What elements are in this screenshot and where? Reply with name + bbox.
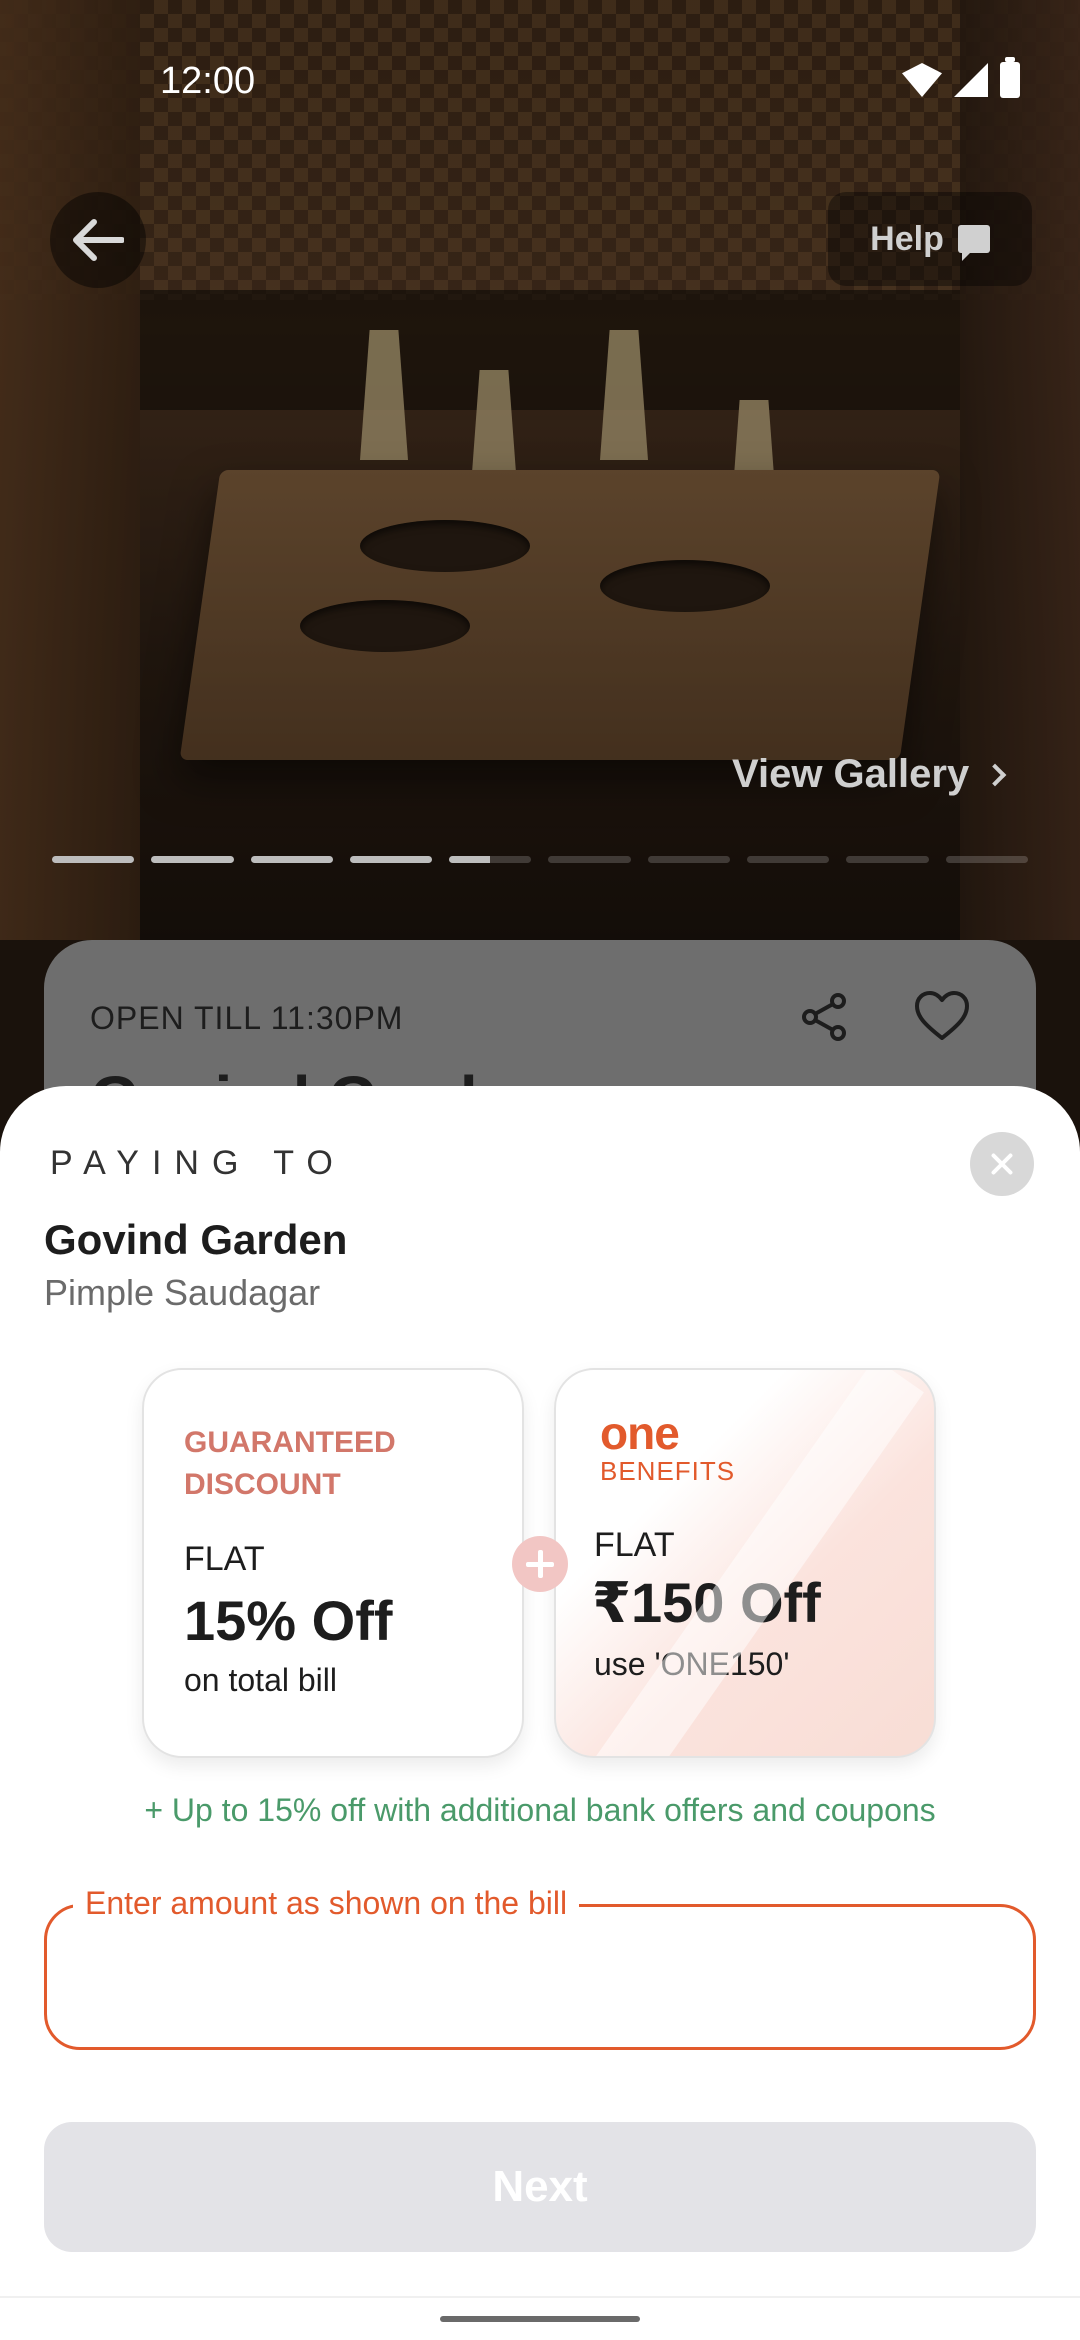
gallery-progress-segment (151, 856, 234, 863)
share-icon[interactable] (800, 992, 850, 1042)
discount-amount: 15% Off (184, 1589, 393, 1652)
bill-amount-field[interactable]: Enter amount as shown on the bill (44, 1885, 1036, 2050)
bill-amount-input[interactable] (77, 1937, 997, 2017)
bill-amount-label: Enter amount as shown on the bill (73, 1885, 580, 1922)
one-coupon-code: use 'ONE150' (594, 1646, 790, 1682)
open-till-label: OPEN TILL 11:30PM (90, 1000, 404, 1036)
gallery-progress-segment (449, 856, 532, 863)
guaranteed-discount-card[interactable]: GUARANTEED DISCOUNT FLAT 15% Off on tota… (142, 1368, 524, 1758)
restaurant-hero-photo[interactable] (0, 0, 1080, 940)
battery-icon (1000, 57, 1020, 98)
bank-offers-note: + Up to 15% off with additional bank off… (144, 1792, 936, 1828)
discount-detail: on total bill (184, 1662, 337, 1698)
help-label: Help (870, 219, 944, 258)
gallery-progress-segment (52, 856, 135, 863)
close-button[interactable] (970, 1132, 1034, 1196)
one-benefits-card[interactable]: one BENEFITS FLAT ₹150 Off use 'ONE150' (554, 1368, 936, 1758)
heart-icon[interactable] (914, 990, 970, 1042)
gallery-progress-segment (647, 856, 731, 863)
gallery-progress-segment (846, 856, 929, 863)
guaranteed-discount-label: GUARANTEED DISCOUNT (184, 1426, 396, 1501)
flat-label: FLAT (184, 1540, 265, 1578)
close-icon (990, 1152, 1014, 1176)
status-icons (902, 57, 1020, 98)
gallery-progress-segment (945, 856, 1028, 863)
help-button[interactable]: Help (828, 192, 1032, 286)
benefits-logo-text: BENEFITS (600, 1456, 736, 1486)
one-discount-amount: ₹150 Off (592, 1571, 821, 1634)
wifi-icon (902, 63, 942, 97)
signal-icon (954, 63, 988, 97)
back-button[interactable] (50, 192, 146, 288)
gallery-progress-segment (548, 856, 631, 863)
status-time: 12:00 (160, 60, 256, 102)
chat-icon (957, 225, 990, 261)
sheet-divider (0, 2296, 1080, 2298)
next-button[interactable]: Next (44, 2122, 1036, 2252)
merchant-area: Pimple Saudagar (44, 1272, 321, 1313)
payment-bottom-sheet: PAYING TO Govind Garden Pimple Saudagar … (0, 1086, 1080, 2340)
plus-icon (512, 1536, 568, 1592)
one-logo-text: one (600, 1407, 680, 1459)
one-benefits-logo: one BENEFITS (600, 1410, 735, 1487)
gallery-progress-segment (349, 856, 433, 863)
paying-to-label: PAYING TO (50, 1144, 346, 1182)
arrow-left-icon (73, 219, 124, 261)
view-gallery-label: View Gallery (732, 752, 970, 796)
gallery-progress-segment (747, 856, 830, 863)
chevron-right-icon (983, 763, 1007, 786)
home-indicator[interactable] (440, 2316, 640, 2322)
merchant-name: Govind Garden (44, 1216, 348, 1263)
hero-overlay (0, 0, 1080, 940)
gallery-progress-segment (250, 856, 333, 863)
view-gallery-link[interactable]: View Gallery (732, 752, 1007, 797)
flat-label: FLAT (594, 1526, 675, 1564)
gallery-progress-indicator (52, 856, 1028, 863)
